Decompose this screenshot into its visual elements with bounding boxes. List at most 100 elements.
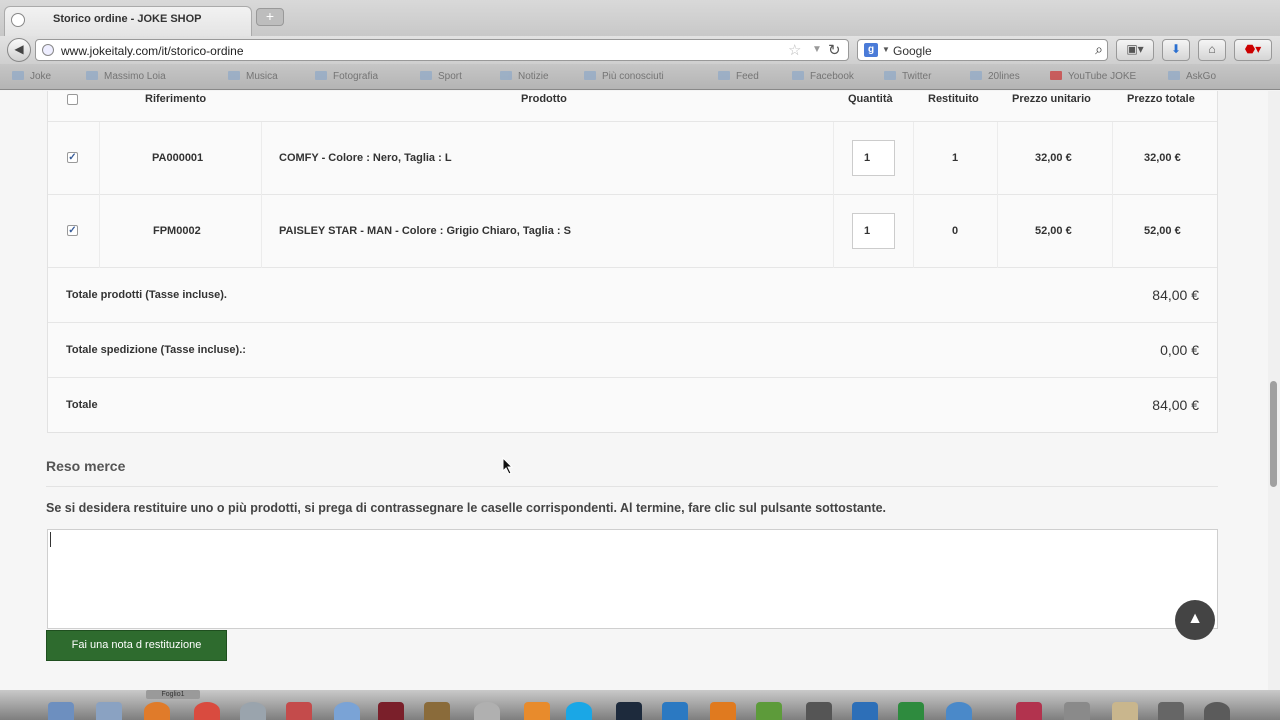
bookmark-item[interactable]: Notizie bbox=[500, 71, 549, 82]
submit-return-button[interactable]: Fai una nota d restituzione bbox=[46, 630, 227, 661]
indesign-icon[interactable] bbox=[1016, 702, 1042, 720]
bookmark-item[interactable]: YouTube JOKE bbox=[1050, 71, 1136, 82]
photoshop-icon[interactable] bbox=[662, 702, 688, 720]
search-icon[interactable]: ⌕ bbox=[1095, 41, 1103, 58]
downloads-stack-icon[interactable] bbox=[1158, 702, 1184, 720]
bookmark-item[interactable]: Fotografia bbox=[315, 71, 378, 82]
finder-icon[interactable] bbox=[48, 702, 74, 720]
folder-icon bbox=[12, 71, 24, 80]
site-icon bbox=[970, 71, 982, 80]
trash-icon[interactable] bbox=[1204, 702, 1230, 720]
row-reference: FPM0002 bbox=[153, 225, 201, 237]
bookmark-item[interactable]: Musica bbox=[228, 71, 278, 82]
browser-tab[interactable]: Storico ordine - JOKE SHOP bbox=[4, 6, 252, 36]
illustrator-icon[interactable] bbox=[710, 702, 736, 720]
header-product: Prodotto bbox=[521, 93, 567, 105]
network-icon[interactable] bbox=[946, 702, 972, 720]
column-divider bbox=[1112, 122, 1113, 195]
folder-icon bbox=[420, 71, 432, 80]
total-shipping-row: Totale spedizione (Tasse incluse).: 0,00… bbox=[48, 323, 1217, 378]
header-total-price: Prezzo totale bbox=[1127, 93, 1195, 105]
column-divider bbox=[833, 122, 834, 195]
adblock-button[interactable]: ⬣▾ bbox=[1234, 39, 1272, 61]
grand-total-value: 84,00 € bbox=[1152, 397, 1199, 413]
page-favicon-icon bbox=[11, 13, 25, 27]
safari-icon[interactable] bbox=[240, 702, 266, 720]
terminal-icon[interactable] bbox=[806, 702, 832, 720]
bookmark-item[interactable]: Sport bbox=[420, 71, 462, 82]
home-button[interactable]: ⌂ bbox=[1198, 39, 1226, 61]
itunes-icon[interactable] bbox=[334, 702, 360, 720]
folder-icon bbox=[584, 71, 596, 80]
page-content: Riferimento Prodotto Quantità Restituito… bbox=[0, 91, 1268, 690]
history-dropdown-icon[interactable]: ▼ bbox=[812, 44, 822, 55]
total-products-label: Totale prodotti (Tasse incluse). bbox=[66, 289, 227, 301]
dreamweaver-icon[interactable] bbox=[756, 702, 782, 720]
grand-total-label: Totale bbox=[66, 399, 98, 411]
chrome-icon[interactable] bbox=[194, 702, 220, 720]
firefox-icon[interactable] bbox=[144, 702, 170, 720]
bookmark-item[interactable]: Massimo Loia bbox=[86, 71, 166, 82]
calendar-icon[interactable] bbox=[286, 702, 312, 720]
header-returned: Restituito bbox=[928, 93, 979, 105]
column-divider bbox=[997, 195, 998, 268]
total-products-value: 84,00 € bbox=[1152, 287, 1199, 303]
page-scrollbar[interactable] bbox=[1268, 91, 1280, 690]
quantity-input[interactable]: 1 bbox=[852, 140, 895, 176]
bookmark-item[interactable]: Twitter bbox=[884, 71, 931, 82]
return-note-textarea[interactable] bbox=[47, 529, 1218, 629]
header-quantity: Quantità bbox=[848, 93, 893, 105]
reload-icon[interactable]: ↻ bbox=[828, 41, 841, 59]
word-icon[interactable] bbox=[852, 702, 878, 720]
folder-icon bbox=[315, 71, 327, 80]
scroll-to-top-button[interactable]: ▲ bbox=[1175, 600, 1215, 640]
bookmark-item[interactable]: Feed bbox=[718, 71, 759, 82]
quantity-input[interactable]: 1 bbox=[852, 213, 895, 249]
system-preferences-icon[interactable] bbox=[474, 702, 500, 720]
bookmark-item[interactable]: Più conosciuti bbox=[584, 71, 664, 82]
bookmark-item[interactable]: AskGo bbox=[1168, 71, 1216, 82]
scrollbar-thumb[interactable] bbox=[1270, 381, 1277, 487]
browser-nav-bar: ◀ www.jokeitaly.com/it/storico-ordine ☆ … bbox=[0, 36, 1280, 64]
row-product: COMFY - Colore : Nero, Taglia : L bbox=[279, 152, 452, 164]
header-unit-price: Prezzo unitario bbox=[1012, 93, 1091, 105]
back-button[interactable]: ◀ bbox=[7, 38, 31, 62]
row-total-price: 32,00 € bbox=[1144, 152, 1181, 164]
search-input[interactable]: Google bbox=[893, 44, 932, 58]
skype-icon[interactable] bbox=[566, 702, 592, 720]
table-row: ✓ PA000001 COMFY - Colore : Nero, Taglia… bbox=[48, 122, 1217, 195]
bookmark-item[interactable]: Facebook bbox=[792, 71, 854, 82]
bookmark-item[interactable]: 20lines bbox=[970, 71, 1020, 82]
app-icon[interactable] bbox=[1064, 702, 1090, 720]
folder-icon bbox=[86, 71, 98, 80]
new-tab-button[interactable]: + bbox=[256, 8, 284, 26]
column-divider bbox=[261, 195, 262, 268]
dock-tab: Foglio1 bbox=[146, 690, 200, 699]
photo-app-icon[interactable] bbox=[424, 702, 450, 720]
row-returned: 0 bbox=[952, 225, 959, 237]
column-divider bbox=[997, 122, 998, 195]
bookmark-item[interactable]: Joke bbox=[12, 71, 51, 82]
search-bar[interactable]: g ▼ Google ⌕ bbox=[857, 39, 1108, 61]
row-checkbox[interactable]: ✓ bbox=[67, 152, 78, 163]
row-reference: PA000001 bbox=[152, 152, 204, 164]
url-bar[interactable]: www.jokeitaly.com/it/storico-ordine ☆ ▼ … bbox=[35, 39, 849, 61]
archive-icon[interactable] bbox=[1112, 702, 1138, 720]
screenshot-button[interactable]: ▣▾ bbox=[1116, 39, 1154, 61]
site-icon bbox=[1168, 71, 1180, 80]
downloads-button[interactable]: ⬇ bbox=[1162, 39, 1190, 61]
vlc-icon[interactable] bbox=[524, 702, 550, 720]
preview-icon[interactable] bbox=[96, 702, 122, 720]
google-icon[interactable]: g bbox=[864, 43, 878, 57]
lightroom-icon[interactable] bbox=[616, 702, 642, 720]
row-checkbox[interactable]: ✓ bbox=[67, 225, 78, 236]
text-caret bbox=[50, 532, 51, 547]
table-header-row: Riferimento Prodotto Quantità Restituito… bbox=[48, 91, 1217, 122]
order-table: Riferimento Prodotto Quantità Restituito… bbox=[47, 91, 1218, 433]
bookmark-star-icon[interactable]: ☆ bbox=[788, 41, 801, 59]
excel-icon[interactable] bbox=[898, 702, 924, 720]
app-icon[interactable] bbox=[378, 702, 404, 720]
engine-dropdown-icon[interactable]: ▼ bbox=[882, 45, 890, 54]
select-all-checkbox[interactable] bbox=[67, 94, 78, 105]
arrow-left-icon: ◀ bbox=[14, 42, 24, 56]
